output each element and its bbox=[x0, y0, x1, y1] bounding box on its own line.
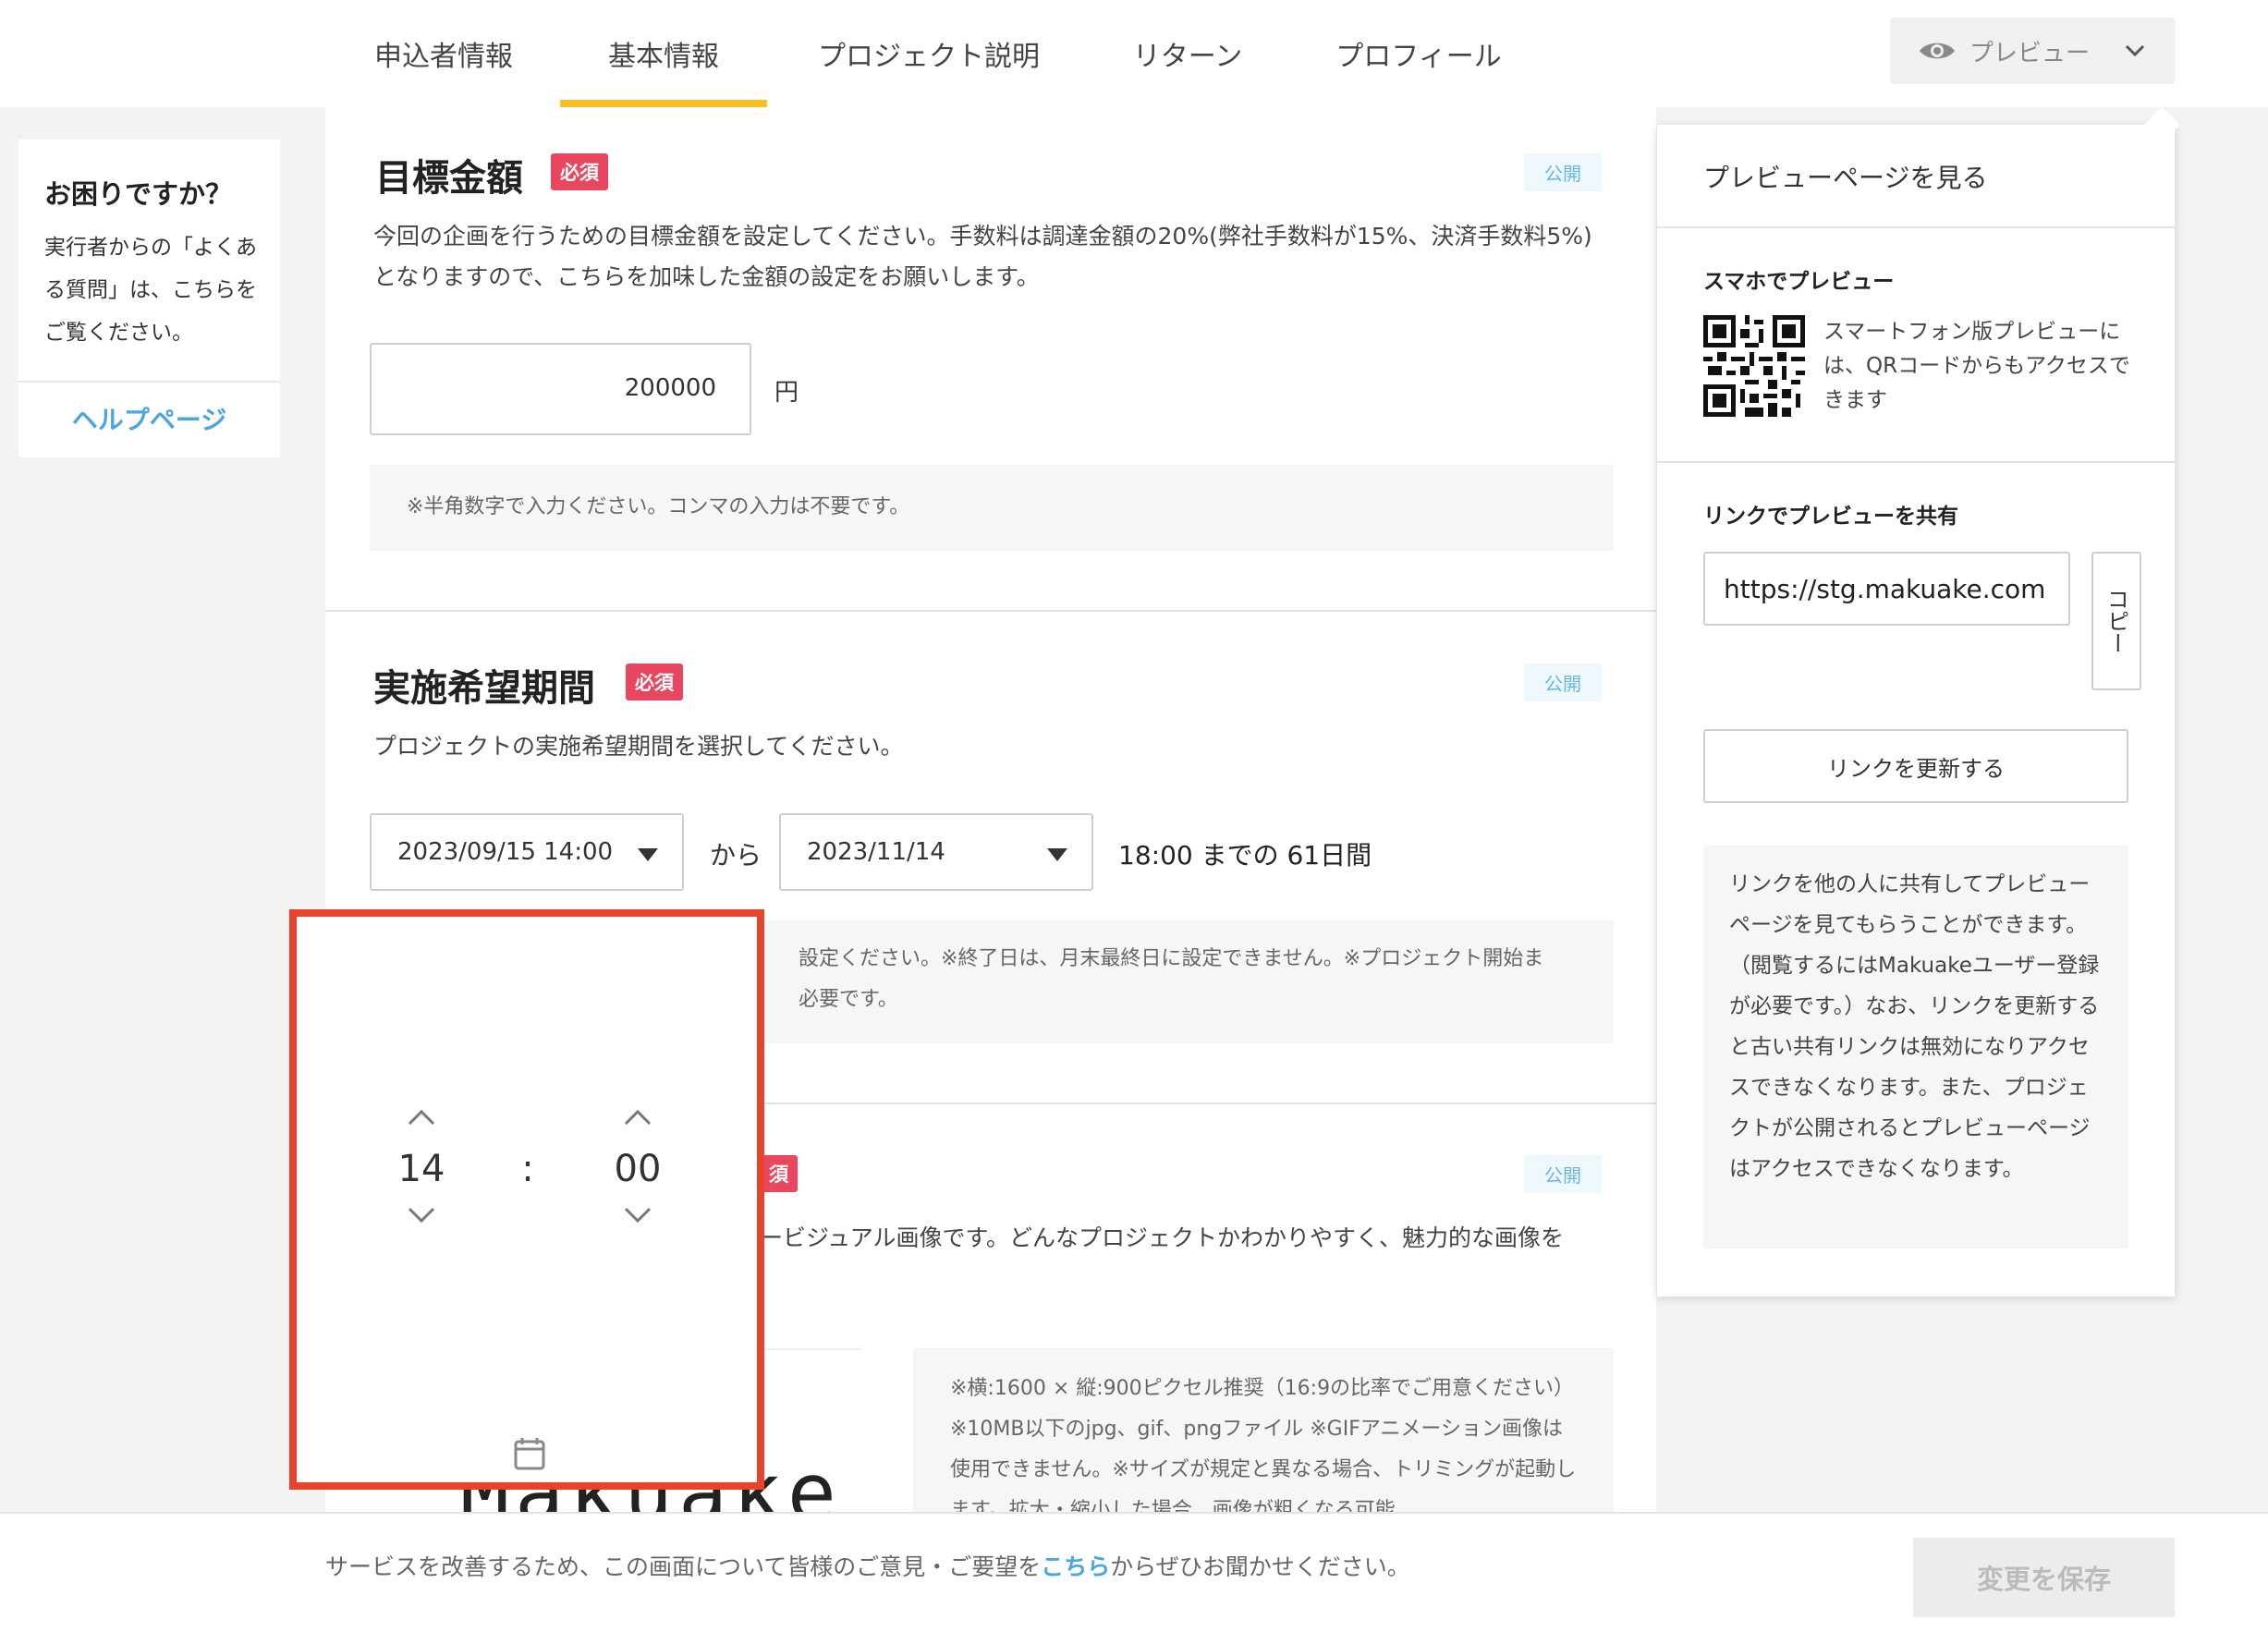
feedback-message: サービスを改善するため、この画面について皆様のご意見・ご要望をこちらからぜひお聞… bbox=[325, 1549, 1410, 1582]
goal-amount-note: ※半角数字で入力ください。コンマの入力は不要です。 bbox=[370, 465, 1614, 551]
share-info-box: リンクを他の人に共有してプレビューページを見てもらうことができます。（閲覧するに… bbox=[1703, 846, 2128, 1248]
top-navigation: 申込者情報 基本情報 プロジェクト説明 リターン プロフィール プレビュー bbox=[0, 0, 2268, 107]
calendar-icon[interactable] bbox=[513, 1436, 546, 1471]
share-info-text: リンクを他の人に共有してプレビューページを見てもらうことができます。（閲覧するに… bbox=[1729, 872, 2100, 1181]
preview-dropdown-panel: プレビューページを見る スマホでプレビュー スマートフォン版プレビューには、QR… bbox=[1657, 106, 2180, 1297]
tab-basic-info[interactable]: 基本情報 bbox=[560, 0, 767, 107]
period-summary: 18:00 までの 61日間 bbox=[1118, 840, 1372, 871]
section-divider bbox=[325, 610, 1656, 612]
smartphone-preview-title: スマホでプレビュー bbox=[1703, 270, 1895, 294]
period-description: プロジェクトの実施希望期間を選択してください。 bbox=[373, 733, 904, 760]
required-badge: 須 bbox=[760, 1155, 798, 1192]
tab-project-description[interactable]: プロジェクト説明 bbox=[795, 0, 1063, 107]
required-badge: 必須 bbox=[551, 153, 608, 190]
public-badge: 公開 bbox=[1524, 153, 1602, 191]
help-text: 実行者からの「よくある質問」は、こちらをご覧ください。 bbox=[44, 236, 257, 345]
tab-label: 基本情報 bbox=[608, 41, 719, 73]
chevron-down-icon bbox=[2125, 44, 2145, 57]
required-badge: 必須 bbox=[626, 664, 683, 700]
time-picker-popup: 14 : 00 bbox=[289, 909, 764, 1490]
share-link-title: リンクでプレビューを共有 bbox=[1703, 505, 1958, 529]
tab-profile[interactable]: プロフィール bbox=[1312, 0, 1525, 107]
feedback-link[interactable]: こちら bbox=[1041, 1553, 1110, 1580]
save-changes-button[interactable]: 変更を保存 bbox=[1913, 1538, 2175, 1617]
hour-value[interactable]: 14 bbox=[375, 1148, 468, 1190]
help-title: お困りですか？ bbox=[44, 178, 233, 210]
end-date-select[interactable]: 2023/11/14 bbox=[779, 813, 1093, 891]
start-datetime-value: 2023/09/15 14:00 bbox=[397, 838, 614, 866]
goal-amount-description: 今回の企画を行うための目標金額を設定してください。手数料は調達金額の20%(弊社… bbox=[373, 223, 1592, 290]
currency-unit: 円 bbox=[774, 379, 799, 407]
share-link-value: https://stg.makuake.com bbox=[1724, 574, 2046, 604]
eye-icon bbox=[1920, 43, 1955, 59]
start-datetime-select[interactable]: 2023/09/15 14:00 bbox=[370, 813, 684, 891]
view-preview-page-link[interactable]: プレビューページを見る bbox=[1703, 158, 1987, 195]
image-note: ※横:1600 × 縦:900ピクセル推奨（16:9の比率でご用意ください）※1… bbox=[913, 1348, 1614, 1512]
note-text: ※半角数字で入力ください。コンマの入力は不要です。 bbox=[407, 495, 910, 518]
time-separator: : bbox=[521, 1148, 534, 1190]
help-page-link[interactable]: ヘルプページ bbox=[18, 400, 280, 437]
minute-decrement-chevron-down-icon[interactable] bbox=[622, 1205, 653, 1225]
minute-increment-chevron-up-icon[interactable] bbox=[622, 1107, 653, 1127]
public-badge: 公開 bbox=[1524, 664, 1602, 701]
tab-applicant-info[interactable]: 申込者情報 bbox=[342, 0, 545, 107]
goal-amount-value: 200000 bbox=[624, 374, 716, 402]
goal-amount-input[interactable]: 200000 bbox=[370, 343, 751, 435]
help-card: お困りですか？ 実行者からの「よくある質問」は、こちらをご覧ください。 ヘルプペ… bbox=[18, 140, 280, 457]
minute-value[interactable]: 00 bbox=[591, 1148, 684, 1190]
divider bbox=[1657, 461, 2175, 463]
tab-label: プロフィール bbox=[1335, 41, 1502, 73]
tab-label: プロジェクト説明 bbox=[818, 41, 1040, 73]
feedback-text: からぜひお聞かせください。 bbox=[1110, 1553, 1410, 1580]
tab-returns[interactable]: リターン bbox=[1100, 0, 1275, 107]
dropdown-triangle-icon bbox=[638, 848, 658, 861]
smartphone-preview-description: スマートフォン版プレビューには、QRコードからもアクセスできます bbox=[1823, 320, 2130, 412]
note-text: 必要です。 bbox=[799, 988, 898, 1011]
note-text: 設定ください。※終了日は、月末最終日に設定できません。※プロジェクト開始ま bbox=[799, 947, 1544, 970]
panel-caret bbox=[2143, 106, 2180, 143]
end-date-value: 2023/11/14 bbox=[807, 838, 945, 866]
dropdown-triangle-icon bbox=[1047, 848, 1067, 861]
note-text: ※横:1600 × 縦:900ピクセル推奨（16:9の比率でご用意ください）※1… bbox=[950, 1377, 1577, 1512]
preview-label: プレビュー bbox=[1969, 39, 2091, 67]
popup-caret bbox=[518, 893, 547, 907]
public-badge: 公開 bbox=[1524, 1155, 1602, 1193]
divider bbox=[18, 381, 280, 383]
image-description: ービジュアル画像です。どんなプロジェクトかわかりやすく、魅力的な画像を bbox=[760, 1224, 1565, 1251]
goal-amount-title: 目標金額 bbox=[375, 157, 523, 200]
tab-label: 申込者情報 bbox=[374, 41, 513, 73]
period-title: 実施希望期間 bbox=[373, 667, 595, 710]
preview-dropdown-button[interactable]: プレビュー bbox=[1890, 18, 2175, 84]
tab-label: リターン bbox=[1132, 41, 1243, 73]
hour-decrement-chevron-down-icon[interactable] bbox=[406, 1205, 437, 1225]
qr-code-icon bbox=[1703, 315, 1805, 417]
hour-increment-chevron-up-icon[interactable] bbox=[406, 1107, 437, 1127]
feedback-text: サービスを改善するため、この画面について皆様のご意見・ご要望を bbox=[325, 1553, 1042, 1580]
share-link-input[interactable]: https://stg.makuake.com bbox=[1703, 552, 2070, 626]
divider bbox=[1657, 226, 2175, 228]
from-label: から bbox=[710, 840, 762, 871]
copy-button[interactable]: コピー bbox=[2091, 552, 2141, 690]
refresh-link-button[interactable]: リンクを更新する bbox=[1703, 729, 2128, 803]
